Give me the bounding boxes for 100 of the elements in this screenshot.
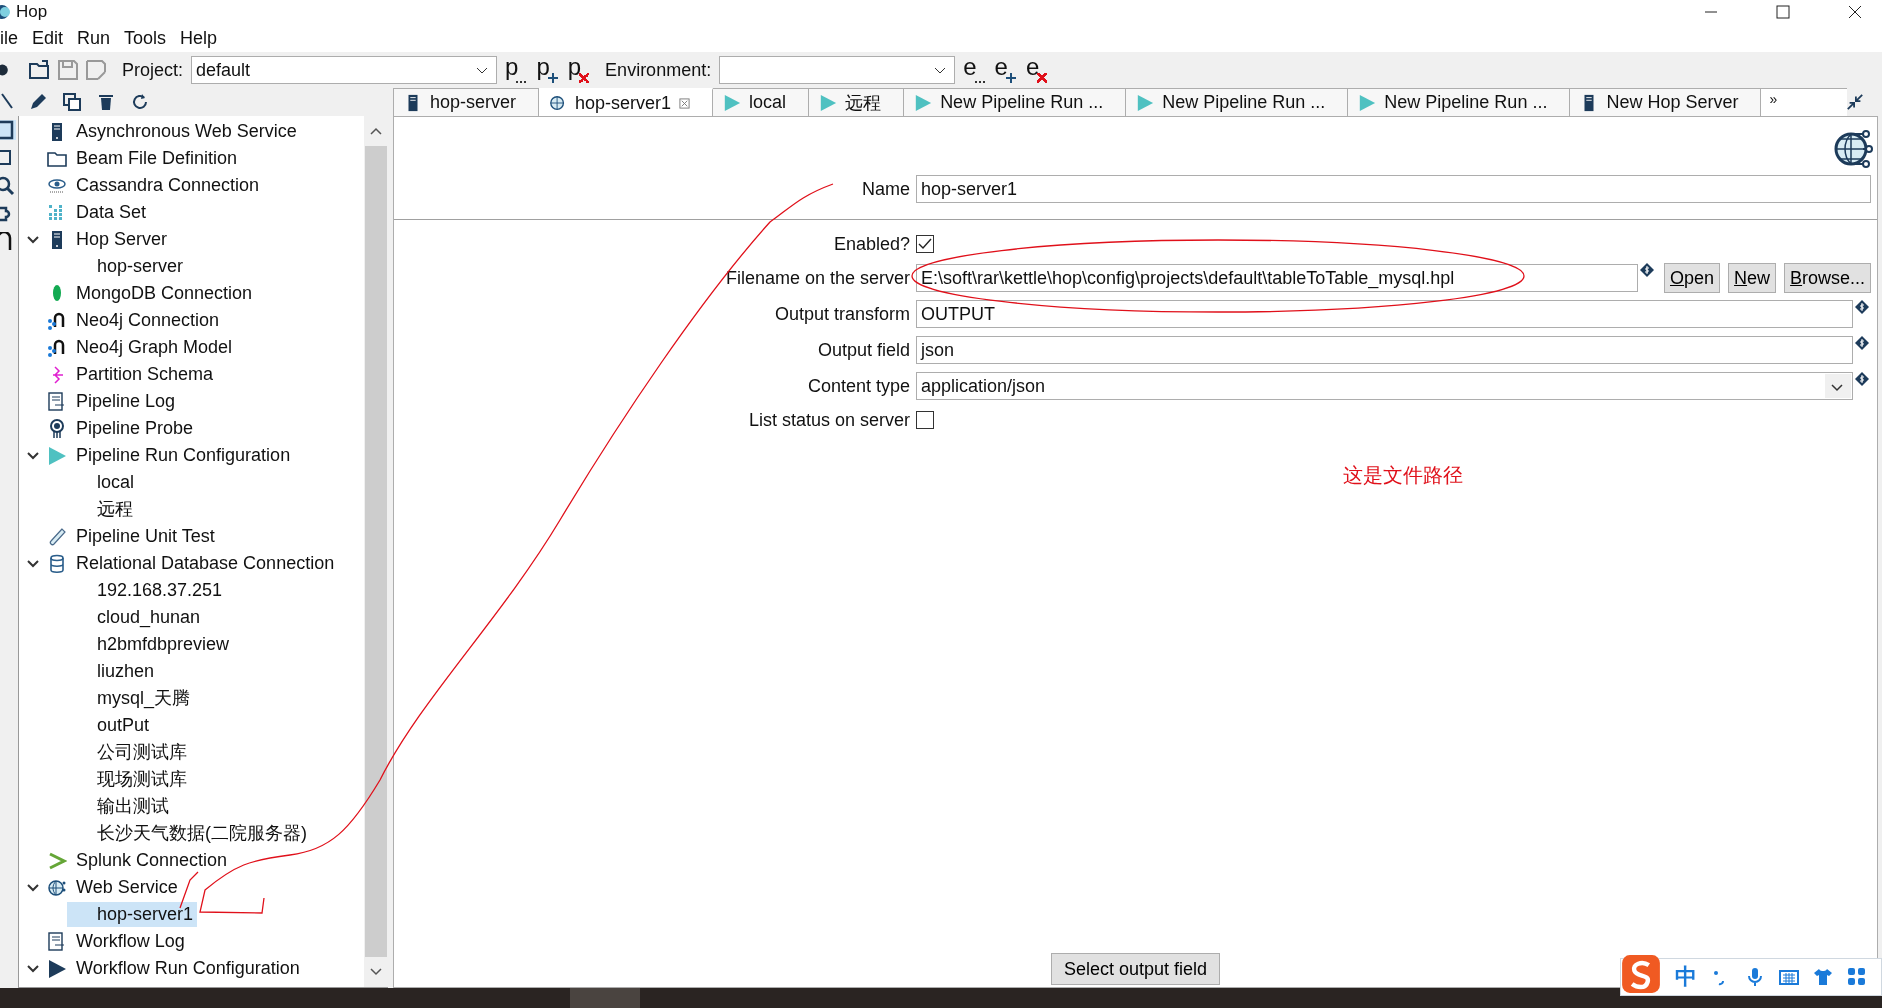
tree-item[interactable]: hop-server — [67, 254, 188, 279]
tree-item[interactable]: Pipeline Probe — [73, 416, 197, 441]
tree-item[interactable]: Partition Schema — [73, 362, 217, 387]
tree-item[interactable]: Neo4j Graph Model — [73, 335, 236, 360]
field-label: Filename on the server — [724, 267, 911, 289]
microphone-icon[interactable] — [1745, 967, 1765, 987]
content-type-dropdown[interactable]: application/json — [916, 372, 1853, 400]
tree-item[interactable]: mysql_天腾 — [67, 686, 194, 711]
probe-icon — [47, 418, 67, 439]
grid-icon[interactable] — [1847, 967, 1867, 987]
input-mode[interactable]: 中 — [1675, 962, 1697, 992]
tree-item[interactable]: 远程 — [67, 497, 137, 522]
input-field[interactable]: hop-server1 — [916, 175, 1871, 203]
edit-environment-button[interactable]: e — [959, 55, 987, 85]
field-label: Name — [861, 178, 911, 200]
tree-item[interactable]: cloud_hunan — [67, 605, 205, 630]
tree-item[interactable]: 输出测试 — [67, 794, 173, 819]
tab[interactable]: New Pipeline Run ... — [1126, 88, 1349, 116]
play-icon — [1136, 93, 1155, 112]
form-button[interactable]: Browse... — [1784, 263, 1872, 293]
checkbox[interactable] — [916, 411, 934, 429]
tree-item[interactable]: MongoDB Connection — [73, 281, 256, 306]
tree-item[interactable]: Cassandra Connection — [73, 173, 263, 198]
tree-item[interactable]: Pipeline Log — [73, 389, 179, 414]
tree-item[interactable]: Relational Database Connection — [73, 551, 338, 576]
tree-item[interactable]: liuzhen — [67, 659, 159, 684]
log-icon — [47, 391, 67, 412]
tree-item[interactable]: Workflow Run Configuration — [73, 956, 303, 981]
tree-item[interactable]: hop-server1 — [67, 902, 198, 927]
tree-item[interactable]: Splunk Connection — [73, 848, 231, 873]
tab[interactable]: local — [713, 88, 810, 116]
play-icon — [47, 445, 67, 466]
input-field[interactable]: json — [916, 336, 1853, 364]
input-field[interactable]: OUTPUT — [916, 300, 1853, 328]
menu-item[interactable]: Tools — [117, 27, 174, 49]
open-folder-icon[interactable] — [28, 58, 52, 82]
tree-item[interactable]: 现场测试库 — [67, 767, 191, 792]
maximize-icon[interactable] — [1776, 5, 1790, 19]
tab[interactable]: New Pipeline Run ... — [1348, 88, 1571, 116]
menu-item[interactable]: ile — [0, 27, 25, 49]
select-output-field-button[interactable]: Select output field — [1050, 953, 1221, 985]
duplicate-icon[interactable] — [62, 92, 82, 112]
form-button[interactable]: Open — [1664, 263, 1721, 293]
tab[interactable]: New Pipeline Run ... — [904, 88, 1127, 116]
caret-icon — [1831, 384, 1843, 392]
tree-item[interactable]: 192.168.37.251 — [67, 578, 227, 603]
tab-overflow[interactable]: » — [1761, 88, 1848, 116]
tree-item[interactable]: Pipeline Unit Test — [73, 524, 218, 549]
tab[interactable]: New Hop Server — [1570, 88, 1762, 116]
tree-item[interactable]: Neo4j Connection — [73, 308, 223, 333]
tree-item[interactable]: 公司测试库 — [67, 740, 191, 765]
tree-item[interactable]: 长沙天气数据(二院服务器) — [67, 821, 311, 846]
edit-icon[interactable] — [28, 92, 48, 112]
add-project-button[interactable]: p — [532, 55, 560, 85]
database-icon — [47, 553, 67, 574]
add-environment-button[interactable]: e — [990, 55, 1018, 85]
tree-item[interactable]: Data Set — [73, 200, 150, 225]
checkbox[interactable] — [916, 235, 934, 253]
edit-project-button[interactable]: p — [501, 55, 529, 85]
graph-icon — [47, 310, 67, 331]
play-icon — [47, 958, 67, 979]
tree-item[interactable]: Workflow Log — [73, 929, 188, 954]
delete-project-button[interactable]: p — [563, 55, 592, 85]
ime-toolbar[interactable]: 中 — [1620, 958, 1882, 996]
perspective-icon[interactable] — [0, 120, 16, 140]
menu-item[interactable]: Help — [173, 27, 225, 49]
tree-item[interactable]: Beam File Definition — [73, 146, 241, 171]
minimize-panel-icon[interactable] — [1846, 93, 1864, 111]
scroll-up-icon[interactable] — [369, 126, 383, 136]
menu-item[interactable]: Run — [70, 27, 118, 49]
test-tube-icon — [47, 526, 67, 547]
scroll-down-icon[interactable] — [369, 967, 383, 977]
tree-item[interactable]: h2bmfdbpreview — [67, 632, 234, 657]
tab[interactable]: 远程 — [809, 88, 905, 116]
menu-item[interactable]: Edit — [25, 27, 71, 49]
search-icon[interactable] — [0, 176, 16, 196]
shirt-icon[interactable] — [1813, 967, 1833, 987]
project-dropdown[interactable]: default — [191, 56, 498, 84]
refresh-icon[interactable] — [130, 92, 150, 112]
graph-icon — [47, 337, 67, 358]
delete-icon[interactable] — [96, 92, 116, 112]
tree-item[interactable]: Web Service — [73, 875, 181, 900]
tab[interactable]: hop-server1 — [539, 88, 714, 116]
delete-environment-button[interactable]: e — [1021, 55, 1050, 85]
log-icon — [47, 931, 67, 952]
play-icon — [914, 93, 933, 112]
project-label: Project: — [122, 59, 184, 81]
tree-item[interactable]: local — [67, 470, 139, 495]
tab[interactable]: hop-server — [393, 88, 540, 116]
field-label: Content type — [806, 375, 911, 397]
input-field[interactable]: E:\soft\rar\kettle\hop\config\projects\default\tableToTable_mysql.hpl — [916, 264, 1638, 292]
keyboard-icon[interactable] — [1779, 967, 1799, 987]
tree-item[interactable]: Hop Server — [73, 227, 171, 252]
form-button[interactable]: New — [1728, 263, 1777, 293]
field-label: Output field — [816, 339, 911, 361]
tree-item[interactable]: Asynchronous Web Service — [73, 119, 300, 144]
tree-item[interactable]: outPut — [67, 713, 154, 738]
close-icon[interactable] — [1848, 5, 1862, 19]
ime-logo-icon[interactable] — [1621, 954, 1661, 994]
tree-item[interactable]: Pipeline Run Configuration — [73, 443, 294, 468]
